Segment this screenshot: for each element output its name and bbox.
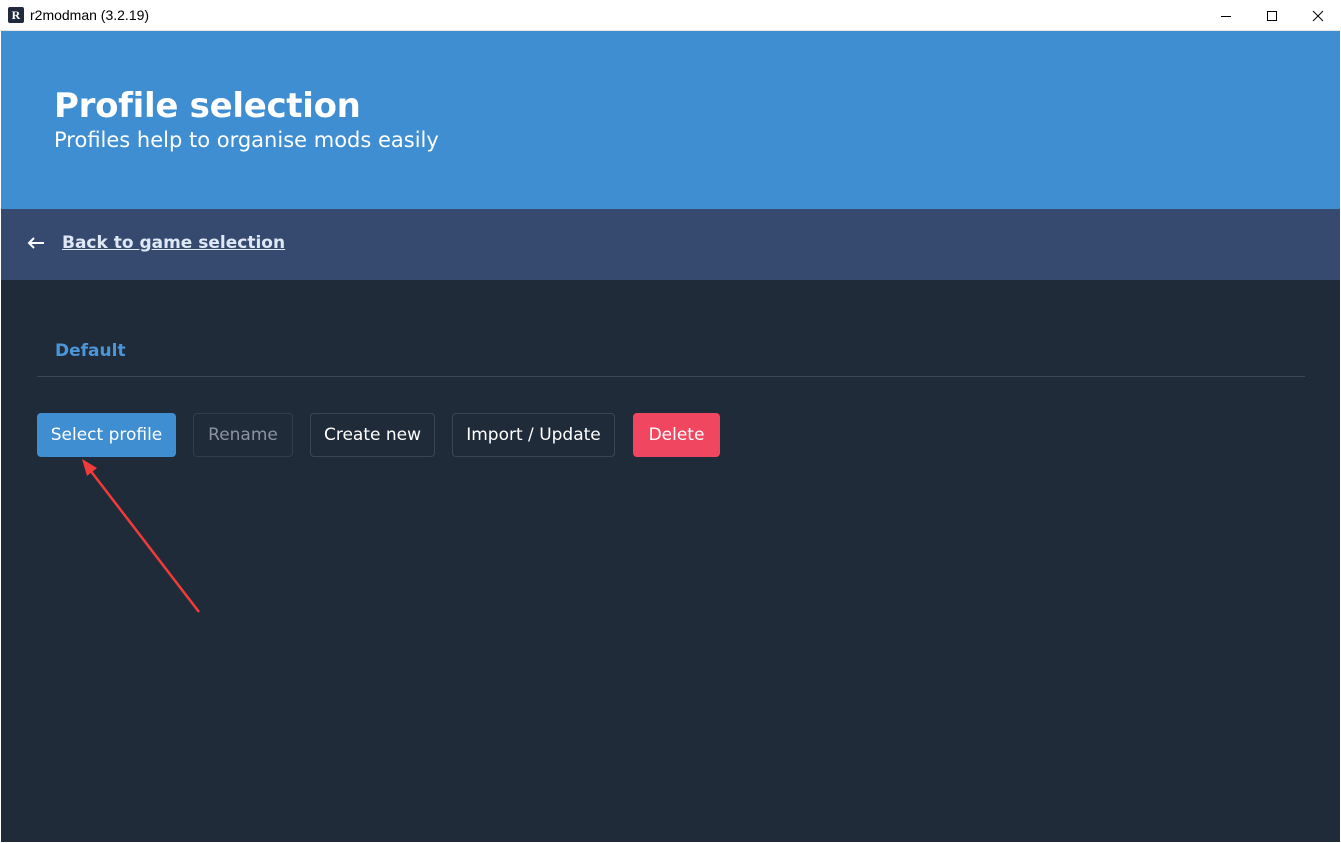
page-subtitle: Profiles help to organise mods easily <box>54 128 439 152</box>
minimize-button[interactable] <box>1203 0 1249 31</box>
create-new-button[interactable]: Create new <box>310 413 435 457</box>
app-logo-icon: R <box>8 7 24 23</box>
app-content: Profile selection Profiles help to organ… <box>1 31 1340 842</box>
window-title: r2modman (3.2.19) <box>30 7 150 23</box>
navigation-bar: Back to game selection <box>1 209 1340 280</box>
close-button[interactable] <box>1295 0 1341 31</box>
minimize-icon <box>1221 15 1231 17</box>
back-to-game-selection-link[interactable]: Back to game selection <box>62 233 285 253</box>
profile-name[interactable]: Default <box>55 341 126 361</box>
arrow-left-icon[interactable] <box>27 237 45 249</box>
close-icon <box>1312 10 1324 21</box>
page-title: Profile selection <box>54 86 361 126</box>
window-titlebar: R r2modman (3.2.19) <box>0 0 1341 31</box>
delete-button[interactable]: Delete <box>633 413 720 457</box>
import-update-button[interactable]: Import / Update <box>452 413 615 457</box>
maximize-icon <box>1267 10 1277 21</box>
hero-banner: Profile selection Profiles help to organ… <box>1 31 1340 209</box>
rename-button[interactable]: Rename <box>193 413 293 457</box>
profile-list-item[interactable]: Default <box>37 326 1305 377</box>
maximize-button[interactable] <box>1249 0 1295 31</box>
select-profile-button[interactable]: Select profile <box>37 413 176 457</box>
